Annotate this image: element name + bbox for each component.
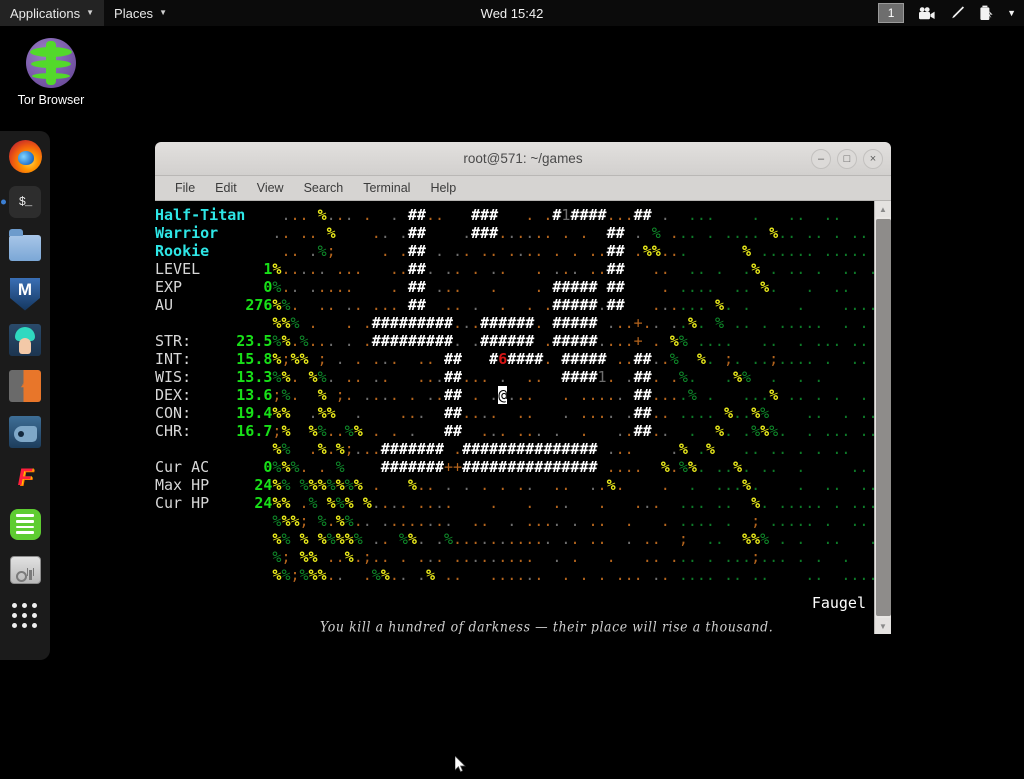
dock-item-beef[interactable] xyxy=(8,415,42,449)
armitage-avatar-icon xyxy=(9,324,41,356)
dock-item-show-applications[interactable] xyxy=(8,599,42,633)
maximize-button[interactable]: □ xyxy=(837,149,857,169)
terminal-row: Cur AC 0%%%. . % #######++##############… xyxy=(155,458,874,476)
game-screen-grid: Half-Titan ... %... . . ##.. ### . .#1##… xyxy=(155,206,874,584)
desktop-icon-label: Tor Browser xyxy=(18,93,85,107)
scroll-up-arrow-icon[interactable]: ▲ xyxy=(875,201,892,217)
terminal-row: CON: 19.4%% .%% . ... ##.... .. . .... .… xyxy=(155,404,874,422)
chevron-down-icon[interactable]: ▼ xyxy=(1007,8,1016,18)
app-grid-icon xyxy=(10,601,40,631)
terminal-row: EXP 0%.. ..... . ## ... . . ##### ## . .… xyxy=(155,278,874,296)
menu-help[interactable]: Help xyxy=(422,178,464,198)
dock-item-files[interactable] xyxy=(8,231,42,265)
notes-icon xyxy=(10,509,41,540)
faraday-icon: F xyxy=(9,462,41,494)
terminal-row: Warrior .. .. % .. .## .###...... . . ##… xyxy=(155,224,874,242)
terminal-body: Half-Titan ... %... . . ##.. ### . .#1##… xyxy=(155,201,891,634)
toolbox-icon xyxy=(10,556,41,584)
workspace-number: 1 xyxy=(888,6,895,20)
workspace-switcher[interactable]: 1 xyxy=(878,3,904,23)
menubar: File Edit View Search Terminal Help xyxy=(155,176,891,201)
firefox-icon xyxy=(9,140,42,173)
dock-item-firefox[interactable] xyxy=(8,139,42,173)
scroll-down-arrow-icon[interactable]: ▼ xyxy=(875,618,892,634)
places-menu-label: Places xyxy=(114,6,153,21)
menu-view[interactable]: View xyxy=(249,178,292,198)
terminal-row: %; %% ..%.;.. . ... ......... . . . .. .… xyxy=(155,548,874,566)
close-icon: × xyxy=(870,154,876,165)
terminal-row: Max HP 24%% %%%%%%% . %.. . . . . .. .. … xyxy=(155,476,874,494)
dock-item-toolbox[interactable] xyxy=(8,553,42,587)
terminal-row: AU 276%%. .. .. ... ## .. . . . .#####.#… xyxy=(155,296,874,314)
location-name: Faugel xyxy=(812,594,866,612)
terminal-row: INT: 15.8%;%% ; . . ... .. ## #6####. ##… xyxy=(155,350,874,368)
terminal-icon: $_ xyxy=(9,186,41,218)
dock-item-faraday[interactable]: F xyxy=(8,461,42,495)
applications-menu-label: Applications xyxy=(10,6,80,21)
terminal-row: %%%; %.%%.. ........ .. . .... . .. . . … xyxy=(155,512,874,530)
chevron-down-icon: ▼ xyxy=(86,9,94,17)
flavor-quote: You kill a hundred of darkness — their p… xyxy=(320,617,773,634)
terminal-row: WIS: 13.3%%. %%. .. .. ...##... . .. ###… xyxy=(155,368,874,386)
terminal-row: %% % %%%%% .. %%. .%........... .. .. . … xyxy=(155,530,874,548)
terminal-row: %% .%.%;...####### .############### ... … xyxy=(155,440,874,458)
minimize-icon: – xyxy=(818,154,824,165)
pen-icon[interactable] xyxy=(949,5,965,21)
terminal-row: Rookie .. .%; . .## . .. .. .... . . ..#… xyxy=(155,242,874,260)
terminal-row: DEX: 13.6;%. % ;. .... . ..## . .@... . … xyxy=(155,386,874,404)
applications-menu[interactable]: Applications ▼ xyxy=(0,0,104,26)
dock-item-metasploit[interactable]: M xyxy=(8,277,42,311)
window-titlebar[interactable]: root@571: ~/games – □ × xyxy=(155,142,891,176)
mouse-cursor xyxy=(455,756,467,774)
dock-item-terminal[interactable]: $_ xyxy=(8,185,42,219)
menu-file[interactable]: File xyxy=(167,178,203,198)
menu-edit[interactable]: Edit xyxy=(207,178,245,198)
places-menu[interactable]: Places ▼ xyxy=(104,0,177,26)
terminal-window[interactable]: root@571: ~/games – □ × File Edit View S… xyxy=(155,142,891,634)
window-title: root@571: ~/games xyxy=(463,151,582,166)
terminal-row: Cur HP 24%% .% %%% %.... .... . . .. . .… xyxy=(155,494,874,512)
scrollbar-thumb[interactable] xyxy=(876,219,891,616)
terminal-scrollbar[interactable]: ▲ ▼ xyxy=(874,201,891,634)
desktop-icon-tor-browser[interactable]: Tor Browser xyxy=(8,38,94,107)
chevron-down-icon: ▼ xyxy=(159,9,167,17)
terminal-row: LEVEL 1%..... ... ..##. .. . .. . ... ..… xyxy=(155,260,874,278)
tor-browser-icon xyxy=(26,38,76,88)
terminal-row: CHR: 16.7;% %%..%% . . . ## ... ... . . … xyxy=(155,422,874,440)
close-button[interactable]: × xyxy=(863,149,883,169)
running-indicator-dot xyxy=(1,200,6,205)
dock-item-burpsuite[interactable] xyxy=(8,369,42,403)
video-camera-icon[interactable] xyxy=(918,7,935,20)
minimize-button[interactable]: – xyxy=(811,149,831,169)
metasploit-shield-icon: M xyxy=(10,278,40,311)
terminal-message-area: Faugel You kill a hundred of darkness — … xyxy=(155,596,874,634)
terminal-screen[interactable]: Half-Titan ... %... . . ##.. ### . .#1##… xyxy=(155,201,874,634)
terminal-row: %%% . . .#########...######. ##### ...+.… xyxy=(155,314,874,332)
menu-search[interactable]: Search xyxy=(296,178,352,198)
beef-boar-icon xyxy=(9,416,41,448)
terminal-row: %%;%%%.. .%%.. .% .. ...... . . . ... ..… xyxy=(155,566,874,584)
menu-terminal[interactable]: Terminal xyxy=(355,178,418,198)
panel-tray: 1 ▼ xyxy=(878,0,1016,26)
terminal-row: STR: 23.5%%.%... . .#########. .###### .… xyxy=(155,332,874,350)
dock-item-notes[interactable] xyxy=(8,507,42,541)
dock-item-armitage[interactable] xyxy=(8,323,42,357)
terminal-row: Half-Titan ... %... . . ##.. ### . .#1##… xyxy=(155,206,874,224)
burpsuite-icon xyxy=(9,370,41,402)
window-buttons: – □ × xyxy=(811,142,883,176)
scrollbar-track[interactable] xyxy=(875,217,892,618)
folder-icon xyxy=(9,235,41,261)
top-panel: Applications ▼ Places ▼ Wed 15:42 1 xyxy=(0,0,1024,26)
dock: $_ M F xyxy=(0,131,50,660)
maximize-icon: □ xyxy=(844,154,851,165)
battery-icon[interactable] xyxy=(979,5,993,21)
